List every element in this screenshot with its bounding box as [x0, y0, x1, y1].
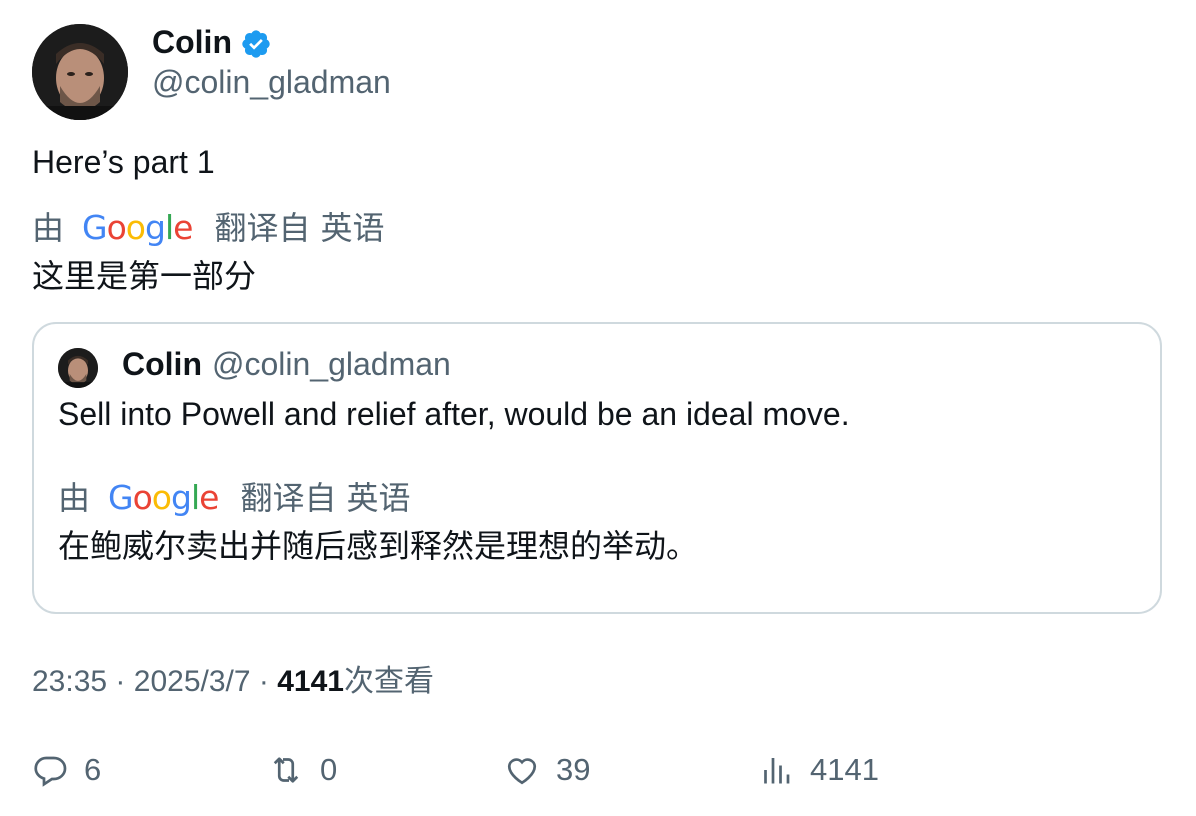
meta-separator: · — [115, 665, 126, 698]
translation-label: 由 Google 翻译自 英语 — [32, 208, 384, 248]
quoted-source-language: 英语 — [346, 480, 411, 516]
like-count: 39 — [556, 752, 591, 787]
views-label: 次查看 — [343, 665, 434, 698]
quoted-tweet-text: Sell into Powell and relief after, would… — [58, 396, 850, 432]
quoted-tweet-card[interactable]: Colin @colin_gladman Sell into Powell an… — [32, 322, 1162, 614]
reply-button[interactable]: 6 — [32, 750, 101, 790]
quoted-author-handle: @colin_gladman — [212, 346, 451, 382]
author-handle[interactable]: @colin_gladman — [152, 62, 391, 102]
reply-count: 6 — [84, 752, 102, 787]
views-button[interactable]: 4141 — [758, 750, 879, 790]
tweet-text: Here’s part 1 — [32, 144, 215, 180]
quoted-translation-label: 由 Google 翻译自 英语 — [58, 478, 410, 518]
google-logo: Google — [82, 208, 193, 247]
like-button[interactable]: 39 — [504, 750, 590, 790]
quoted-translation-by: 由 — [58, 480, 91, 516]
tweet-meta: 23:35 · 2025/3/7 · 4141次查看 — [32, 662, 434, 702]
tweet-translated-text: 这里是第一部分 — [32, 258, 257, 294]
quoted-author-name: Colin — [122, 346, 202, 382]
translation-by: 由 — [32, 210, 65, 246]
translated-from: 翻译自 — [214, 210, 311, 246]
verified-badge-icon — [240, 28, 272, 60]
tweet-date[interactable]: 2025/3/7 — [134, 665, 251, 698]
author-name[interactable]: Colin — [152, 22, 232, 62]
retweet-count: 0 — [320, 752, 338, 787]
tweet-time[interactable]: 23:35 — [32, 665, 107, 698]
reply-icon — [34, 756, 67, 787]
source-language: 英语 — [320, 210, 385, 246]
retweet-button[interactable]: 0 — [268, 750, 337, 790]
quoted-translated-text: 在鲍威尔卖出并随后感到释然是理想的举动。 — [58, 528, 699, 564]
google-logo: Google — [108, 478, 219, 517]
analytics-icon — [764, 758, 790, 784]
views-count: 4141 — [277, 665, 344, 698]
heart-icon — [507, 758, 537, 785]
views-action-count: 4141 — [810, 752, 879, 787]
retweet-icon — [273, 757, 299, 783]
author-avatar[interactable] — [32, 24, 128, 120]
quoted-author-avatar — [58, 348, 98, 388]
meta-separator: · — [258, 665, 269, 698]
quoted-translated-from: 翻译自 — [240, 480, 337, 516]
